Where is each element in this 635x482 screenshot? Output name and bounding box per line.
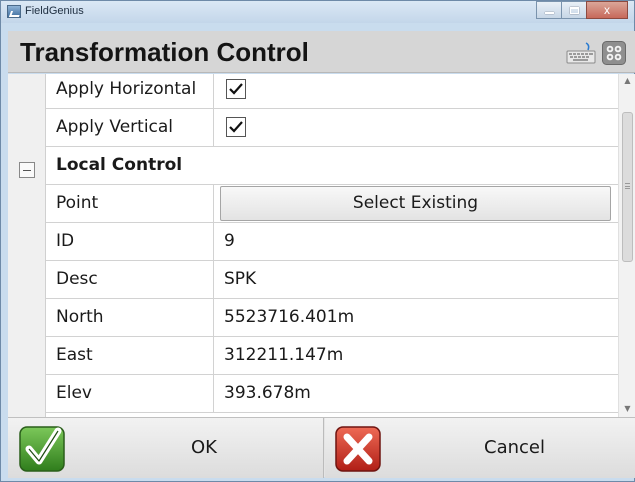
close-button[interactable]: x	[586, 1, 628, 19]
column-divider	[213, 74, 214, 108]
row-gutter	[8, 74, 46, 417]
maximize-icon	[570, 7, 579, 14]
row-apply-horizontal: Apply Horizontal	[46, 74, 618, 109]
row-label: East	[56, 345, 93, 365]
grip-icon	[625, 183, 630, 189]
app-window: FieldGenius x Transformation Control App…	[0, 0, 635, 482]
row-label: Apply Horizontal	[56, 79, 197, 99]
title-bar[interactable]: FieldGenius x	[1, 1, 634, 23]
row-label: Apply Vertical	[56, 117, 174, 137]
app-icon	[7, 5, 21, 18]
page-title: Transformation Control	[20, 37, 309, 67]
minimize-button[interactable]	[536, 1, 562, 19]
ok-label: OK	[191, 437, 217, 458]
property-grid: Apply Horizontal Apply Vertical Local Co…	[8, 74, 635, 417]
apply-horizontal-checkbox[interactable]	[226, 79, 246, 99]
window-title: FieldGenius	[25, 5, 84, 17]
elev-value[interactable]: 393.678m	[224, 383, 311, 403]
maximize-button[interactable]	[561, 1, 587, 19]
row-desc[interactable]: Desc SPK	[46, 261, 618, 299]
row-label: Elev	[56, 383, 92, 403]
section-local-control[interactable]: Local Control	[46, 147, 618, 185]
column-divider	[213, 261, 214, 298]
checkmark-icon	[229, 83, 243, 95]
row-label: Point	[56, 193, 99, 213]
scroll-down-icon[interactable]: ▼	[619, 402, 635, 416]
row-apply-vertical: Apply Vertical	[46, 109, 618, 147]
row-east[interactable]: East 312211.147m	[46, 337, 618, 375]
select-existing-button[interactable]: Select Existing	[220, 186, 611, 221]
row-label: North	[56, 307, 104, 327]
column-divider	[213, 337, 214, 374]
scrollbar-thumb[interactable]	[622, 112, 633, 262]
row-label: ID	[56, 231, 75, 251]
column-divider	[213, 223, 214, 260]
id-value[interactable]: 9	[224, 231, 235, 251]
row-label: Desc	[56, 269, 98, 289]
column-divider	[213, 185, 214, 222]
minimize-icon	[545, 12, 554, 14]
window-controls: x	[536, 1, 628, 19]
keyboard-icon[interactable]	[566, 42, 596, 64]
close-icon: x	[604, 3, 610, 17]
row-point: Point Select Existing	[46, 185, 618, 223]
x-icon	[335, 426, 381, 472]
checkmark-icon	[19, 426, 65, 472]
cancel-button[interactable]: Cancel	[325, 418, 635, 478]
footer-bar: OK Cancel	[8, 417, 635, 478]
grid-icon[interactable]	[602, 41, 626, 65]
column-divider	[213, 299, 214, 336]
checkmark-icon	[229, 121, 243, 133]
vertical-scrollbar[interactable]: ▲ ▼	[618, 74, 635, 417]
north-value[interactable]: 5523716.401m	[224, 307, 354, 327]
collapse-icon[interactable]	[19, 162, 35, 178]
east-value[interactable]: 312211.147m	[224, 345, 343, 365]
screen-header: Transformation Control	[8, 31, 635, 73]
section-label: Local Control	[56, 155, 183, 175]
row-north[interactable]: North 5523716.401m	[46, 299, 618, 337]
desc-value[interactable]: SPK	[224, 269, 256, 289]
scroll-up-icon[interactable]: ▲	[619, 74, 635, 88]
row-elev[interactable]: Elev 393.678m	[46, 375, 618, 413]
row-id[interactable]: ID 9	[46, 223, 618, 261]
ok-button[interactable]: OK	[8, 418, 324, 478]
apply-vertical-checkbox[interactable]	[226, 117, 246, 137]
cancel-label: Cancel	[484, 437, 545, 458]
column-divider	[213, 375, 214, 412]
column-divider	[213, 109, 214, 146]
